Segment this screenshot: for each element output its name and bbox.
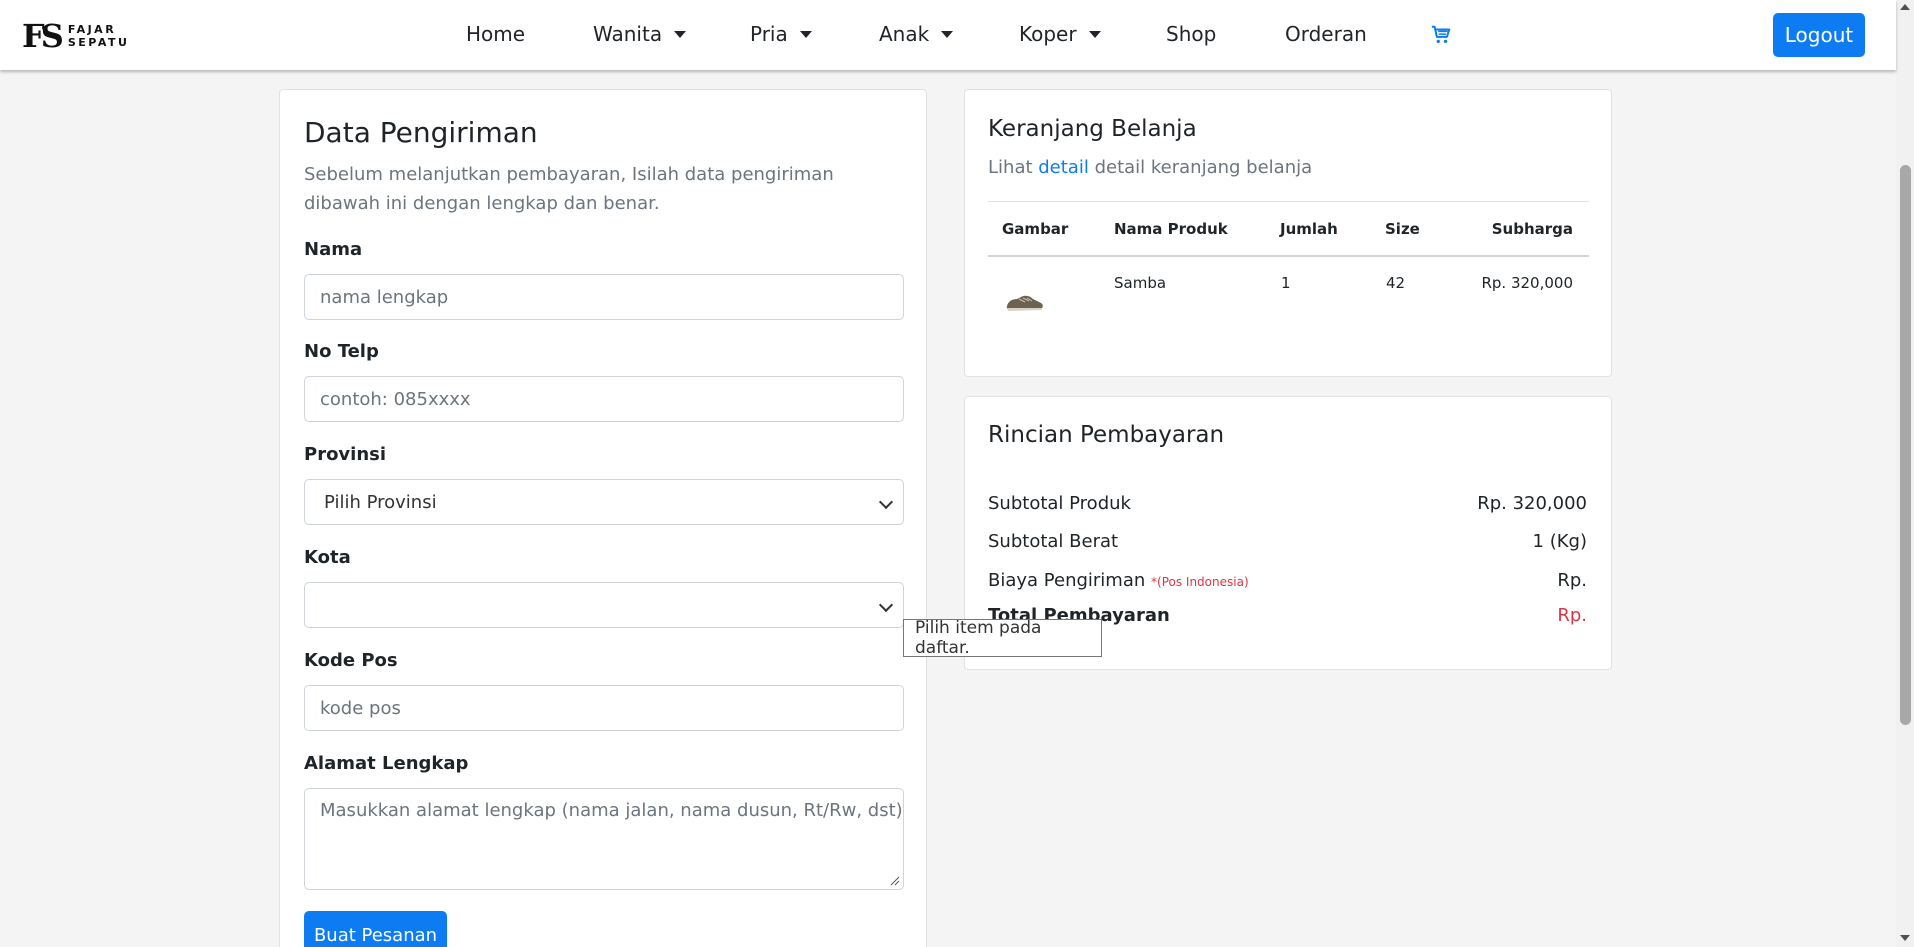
nav-shop[interactable]: Shop xyxy=(1166,22,1216,46)
cart-icon[interactable] xyxy=(1430,24,1452,46)
provinsi-selected: Pilih Provinsi xyxy=(324,491,437,513)
scroll-up-arrow-icon[interactable] xyxy=(1900,4,1910,10)
th-nama-produk: Nama Produk xyxy=(1114,220,1228,238)
table-top-divider xyxy=(988,201,1589,202)
th-jumlah: Jumlah xyxy=(1280,220,1338,238)
brand-logo[interactable]: FS FAJAR SEPATU xyxy=(22,17,130,55)
logout-button[interactable]: Logout xyxy=(1773,13,1865,57)
brand-name-line1: FAJAR xyxy=(67,23,117,36)
biaya-pengiriman-label: Biaya Pengiriman xyxy=(988,570,1146,591)
nav-wanita-label: Wanita xyxy=(593,22,663,46)
th-gambar: Gambar xyxy=(1002,220,1069,238)
kota-label: Kota xyxy=(304,547,351,568)
telp-placeholder: contoh: 085xxxx xyxy=(320,388,471,410)
nav-home[interactable]: Home xyxy=(466,22,525,46)
nama-input[interactable]: nama lengkap xyxy=(304,274,904,320)
chevron-down-icon xyxy=(878,494,894,510)
shoe-image xyxy=(1006,295,1043,311)
nav-orderan-label: Orderan xyxy=(1285,22,1367,46)
cart-item-qty: 1 xyxy=(1281,274,1291,292)
total-pembayaran-value: Rp. xyxy=(1557,605,1587,626)
subtotal-produk-value: Rp. 320,000 xyxy=(1477,493,1587,514)
cart-sub-prefix: Lihat xyxy=(988,157,1039,178)
nama-label: Nama xyxy=(304,239,363,260)
page-scrollbar[interactable] xyxy=(1896,0,1914,947)
nav-wanita-dropdown[interactable]: Wanita xyxy=(593,22,687,46)
nama-placeholder: nama lengkap xyxy=(320,286,449,308)
biaya-pengiriman-row: Biaya Pengiriman *(Pos Indonesia) xyxy=(988,570,1249,591)
provinsi-label: Provinsi xyxy=(304,444,387,465)
kota-select[interactable] xyxy=(304,582,904,628)
telp-input[interactable]: contoh: 085xxxx xyxy=(304,376,904,422)
nav-pria-label: Pria xyxy=(750,22,788,46)
biaya-pengiriman-value: Rp. xyxy=(1557,570,1587,591)
alamat-placeholder: Masukkan alamat lengkap (nama jalan, nam… xyxy=(320,800,903,821)
subtotal-berat-value: 1 (Kg) xyxy=(1532,531,1587,552)
subtotal-produk-label: Subtotal Produk xyxy=(988,493,1131,514)
nav-anak-label: Anak xyxy=(879,22,930,46)
cart-card: Keranjang Belanja Lihat detail detail ke… xyxy=(964,89,1612,377)
cart-title: Keranjang Belanja xyxy=(988,116,1197,142)
provinsi-select[interactable]: Pilih Provinsi xyxy=(304,479,904,525)
nav-koper-dropdown[interactable]: Koper xyxy=(1019,22,1101,46)
navbar: FS FAJAR SEPATU Home Wanita Pria Anak Ko… xyxy=(0,0,1896,70)
nav-anak-dropdown[interactable]: Anak xyxy=(879,22,954,46)
cart-sub-suffix: detail keranjang belanja xyxy=(1088,157,1313,178)
validation-tooltip: Pilih item pada daftar. xyxy=(903,618,1102,658)
telp-label: No Telp xyxy=(304,341,379,362)
th-subharga: Subharga xyxy=(1491,220,1573,238)
nav-shop-label: Shop xyxy=(1166,22,1217,46)
caret-down-icon xyxy=(941,30,954,38)
brand-name: FAJAR SEPATU xyxy=(68,23,130,49)
caret-down-icon xyxy=(674,30,687,38)
cart-item-subtotal: Rp. 320,000 xyxy=(1481,274,1573,292)
nav-orderan[interactable]: Orderan xyxy=(1285,22,1367,46)
scroll-down-arrow-icon[interactable] xyxy=(1900,935,1910,941)
resize-grip-icon[interactable] xyxy=(890,876,900,886)
payment-title: Rincian Pembayaran xyxy=(988,422,1225,448)
cart-subtext: Lihat detail detail keranjang belanja xyxy=(988,157,1312,178)
nav-koper-label: Koper xyxy=(1019,22,1077,46)
chevron-down-icon xyxy=(878,597,894,613)
shipping-form-card: Data Pengiriman Sebelum melanjutkan pemb… xyxy=(279,89,927,947)
cart-item-size: 42 xyxy=(1386,274,1406,292)
cart-detail-link[interactable]: detail xyxy=(1038,157,1089,178)
nav-home-label: Home xyxy=(466,22,526,46)
table-header-divider xyxy=(988,255,1589,257)
alamat-textarea[interactable]: Masukkan alamat lengkap (nama jalan, nam… xyxy=(304,788,904,890)
th-size: Size xyxy=(1385,220,1420,238)
cart-item-name: Samba xyxy=(1114,274,1167,292)
alamat-label: Alamat Lengkap xyxy=(304,753,469,774)
subtotal-berat-label: Subtotal Berat xyxy=(988,531,1119,552)
courier-note: *(Pos Indonesia) xyxy=(1151,575,1249,589)
brand-mark: FS xyxy=(22,17,64,55)
scrollbar-thumb[interactable] xyxy=(1900,165,1911,725)
nav-pria-dropdown[interactable]: Pria xyxy=(750,22,812,46)
shipping-subtitle: Sebelum melanjutkan pembayaran, Isilah d… xyxy=(304,164,834,214)
brand-name-line2: SEPATU xyxy=(67,36,130,49)
buat-pesanan-button[interactable]: Buat Pesanan xyxy=(304,911,447,947)
caret-down-icon xyxy=(1088,30,1101,38)
shipping-title: Data Pengiriman xyxy=(304,116,538,149)
kodepos-input[interactable]: kode pos xyxy=(304,685,904,731)
kodepos-label: Kode Pos xyxy=(304,650,398,671)
caret-down-icon xyxy=(799,30,812,38)
kodepos-placeholder: kode pos xyxy=(320,697,401,719)
